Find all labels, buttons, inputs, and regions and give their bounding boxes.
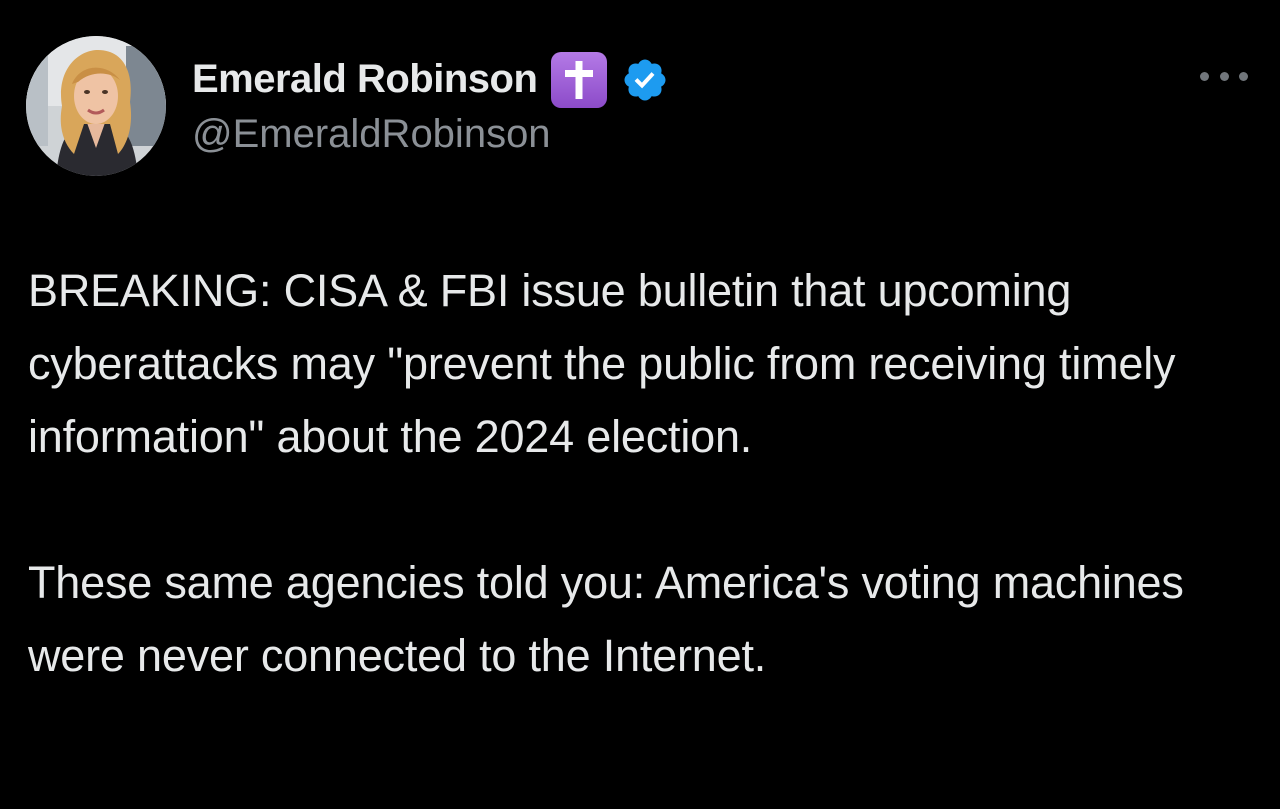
name-row: Emerald Robinson [192,50,669,110]
avatar-image [26,36,166,176]
more-dot [1239,71,1248,81]
tweet-text: BREAKING: CISA & FBI issue bulletin that… [28,254,1258,692]
more-dot [1219,71,1229,81]
tweet-card: Emerald Robinson @EmeraldRobinson BREAKI… [0,0,1280,809]
more-dot [1200,71,1209,81]
tweet-paragraph: BREAKING: CISA & FBI issue bulletin that… [28,265,1176,462]
author-display-name[interactable]: Emerald Robinson [192,57,538,102]
avatar[interactable] [26,36,166,176]
tweet-header: Emerald Robinson @EmeraldRobinson [26,36,669,176]
author-identity: Emerald Robinson @EmeraldRobinson [192,50,669,157]
author-handle[interactable]: @EmeraldRobinson [192,112,669,157]
tweet-paragraph: These same agencies told you: America's … [28,557,1184,681]
verified-badge-icon[interactable] [621,56,669,104]
more-options-icon[interactable] [1200,66,1248,86]
latin-cross-icon [551,51,608,108]
